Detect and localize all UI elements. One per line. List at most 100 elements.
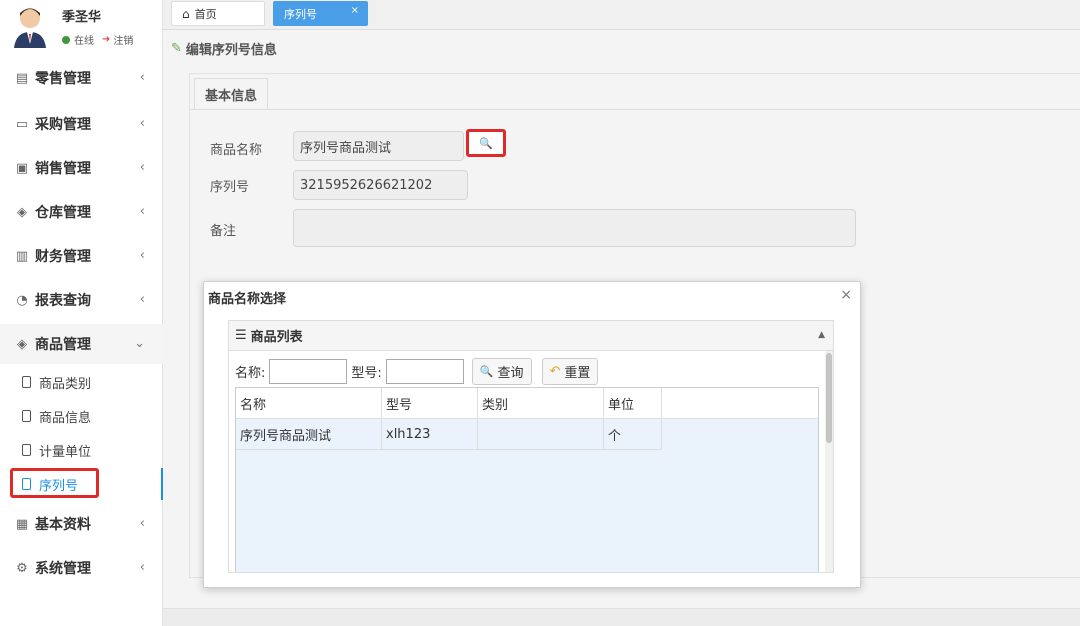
sidebar-subitem-label: 计量单位 xyxy=(39,444,92,460)
sidebar-item-label: 仓库管理 xyxy=(35,205,91,221)
grid-icon: ▦ xyxy=(15,516,29,532)
sidebar-item-reports[interactable]: ◔ 报表查询 ‹ xyxy=(0,280,163,320)
sidebar-subitem-unit[interactable]: 计量单位 xyxy=(0,434,163,466)
tab-bar: ⌂ 首页 序列号 × xyxy=(163,0,1080,30)
chevron-left-icon: ‹ xyxy=(139,70,145,85)
scrollbar-thumb[interactable] xyxy=(826,353,832,443)
remark-field[interactable] xyxy=(293,209,856,247)
clock-icon: ◔ xyxy=(16,292,28,308)
filter-name-input[interactable] xyxy=(269,359,348,384)
table-row[interactable]: 序列号商品测试 xlh123 个 xyxy=(236,419,818,451)
tab-divider xyxy=(190,109,1080,110)
package-icon: ◈ xyxy=(17,336,27,352)
chevron-left-icon: ‹ xyxy=(139,560,145,575)
grid-header: 名称 型号 类别 单位 xyxy=(236,388,818,419)
search-button[interactable]: 🔍 查询 xyxy=(471,358,532,385)
sidebar-subitem-product-info[interactable]: 商品信息 xyxy=(0,400,163,432)
logout-link[interactable]: 注销 xyxy=(113,32,133,47)
sidebar-item-warehouse[interactable]: ◈ 仓库管理 ‹ xyxy=(0,192,163,232)
product-list-title: 商品列表 xyxy=(250,330,303,345)
column-header[interactable]: 类别 xyxy=(478,388,604,419)
chevron-left-icon: ‹ xyxy=(139,516,145,531)
vertical-scrollbar[interactable] xyxy=(825,351,833,572)
remark-label: 备注 xyxy=(210,224,237,239)
sidebar-item-label: 零售管理 xyxy=(35,71,91,87)
chevron-left-icon: ‹ xyxy=(139,160,145,175)
avatar xyxy=(14,8,46,48)
product-name-field[interactable]: 序列号商品测试 xyxy=(293,131,464,161)
doc-icon xyxy=(22,410,31,422)
product-list-header: ☰ 商品列表 ▲ xyxy=(229,321,833,351)
list-icon: ☰ xyxy=(235,328,247,343)
sidebar-item-purchase[interactable]: ▭ 采购管理 ‹ xyxy=(0,104,163,144)
reset-button-label: 重置 xyxy=(564,366,591,381)
user-status: 在线 ➜ 注销 xyxy=(62,32,133,47)
serial-field[interactable]: 3215952626621202 xyxy=(293,170,468,200)
sidebar-item-retail[interactable]: ▤ 零售管理 ‹ xyxy=(0,58,163,98)
gift-icon: ▤ xyxy=(15,70,29,86)
book-icon: ▥ xyxy=(15,248,29,264)
pencil-icon: ✎ xyxy=(171,41,182,56)
sidebar-item-label: 系统管理 xyxy=(35,561,91,577)
column-header[interactable]: 名称 xyxy=(236,388,382,419)
filter-name-label: 名称: xyxy=(235,366,266,381)
online-dot-icon xyxy=(62,35,70,44)
search-icon: 🔍 xyxy=(479,136,493,150)
layers-icon: ◈ xyxy=(17,204,27,220)
doc-icon xyxy=(22,376,31,388)
chevron-left-icon: ‹ xyxy=(139,116,145,131)
tab-home-label: 首页 xyxy=(194,7,217,21)
page-title-text: 编辑序列号信息 xyxy=(185,43,277,58)
logout-icon[interactable]: ➜ xyxy=(102,34,110,45)
tab-serial-label: 序列号 xyxy=(284,7,317,21)
sidebar-item-finance[interactable]: ▥ 财务管理 ‹ xyxy=(0,236,163,276)
chevron-left-icon: ‹ xyxy=(139,204,145,219)
product-select-dialog: 商品名称选择 × ☰ 商品列表 ▲ 名称: 型号: 🔍 查询 ↶ 重置 名称 型… xyxy=(203,281,861,588)
briefcase-icon: ▣ xyxy=(15,160,29,176)
close-icon[interactable]: × xyxy=(840,287,852,303)
tab-basic-info[interactable]: 基本信息 xyxy=(194,78,268,110)
highlight-box xyxy=(10,468,99,498)
search-icon: 🔍 xyxy=(479,365,494,378)
user-panel: 季圣华 在线 ➜ 注销 xyxy=(0,0,163,54)
sidebar: 季圣华 在线 ➜ 注销 ▤ 零售管理 ‹ ▭ 采购管理 ‹ ▣ 销售管理 ‹ ◈… xyxy=(0,0,163,626)
sidebar-item-sales[interactable]: ▣ 销售管理 ‹ xyxy=(0,148,163,188)
cell-name: 序列号商品测试 xyxy=(236,419,382,450)
sidebar-item-label: 财务管理 xyxy=(35,249,91,265)
sidebar-item-products[interactable]: ◈ 商品管理 ⌄ xyxy=(0,324,163,364)
column-header[interactable]: 单位 xyxy=(604,388,662,419)
monitor-icon: ▭ xyxy=(15,116,29,132)
sidebar-subitem-label: 商品类别 xyxy=(39,376,92,392)
product-search-button[interactable]: 🔍 xyxy=(466,129,506,157)
close-tab-icon[interactable]: × xyxy=(351,5,359,16)
sidebar-subitem-label: 商品信息 xyxy=(39,410,92,426)
serial-label: 序列号 xyxy=(210,180,250,195)
cell-model: xlh123 xyxy=(382,419,478,450)
sidebar-item-basic-data[interactable]: ▦ 基本资料 ‹ xyxy=(0,504,163,544)
user-name: 季圣华 xyxy=(62,10,102,25)
filter-model-input[interactable] xyxy=(385,359,464,384)
dialog-title: 商品名称选择 xyxy=(208,292,287,307)
sidebar-item-label: 基本资料 xyxy=(35,517,91,533)
tab-serial[interactable]: 序列号 × xyxy=(273,1,368,26)
sidebar-subitem-category[interactable]: 商品类别 xyxy=(0,366,163,398)
column-header[interactable]: 型号 xyxy=(382,388,478,419)
cell-unit: 个 xyxy=(604,419,662,450)
settings-icon: ⚙ xyxy=(16,560,28,576)
bottom-strip xyxy=(163,608,1080,626)
sidebar-item-system[interactable]: ⚙ 系统管理 ‹ xyxy=(0,548,163,588)
sidebar-item-label: 商品管理 xyxy=(35,337,91,353)
chevron-left-icon: ‹ xyxy=(139,248,145,263)
reset-button[interactable]: ↶ 重置 xyxy=(541,358,599,385)
product-name-label: 商品名称 xyxy=(210,143,263,158)
cell-category xyxy=(478,419,604,450)
sidebar-item-label: 报表查询 xyxy=(35,293,91,309)
collapse-icon[interactable]: ▲ xyxy=(818,330,825,340)
sidebar-item-label: 采购管理 xyxy=(35,117,91,133)
tab-home[interactable]: ⌂ 首页 xyxy=(171,1,265,26)
chevron-down-icon: ⌄ xyxy=(134,336,145,351)
filter-model-label: 型号: xyxy=(351,366,382,381)
product-list-panel: ☰ 商品列表 ▲ 名称: 型号: 🔍 查询 ↶ 重置 名称 型号 类别 单位 序… xyxy=(228,320,834,573)
search-button-label: 查询 xyxy=(497,366,524,381)
page-title: ✎ 编辑序列号信息 xyxy=(171,39,277,58)
